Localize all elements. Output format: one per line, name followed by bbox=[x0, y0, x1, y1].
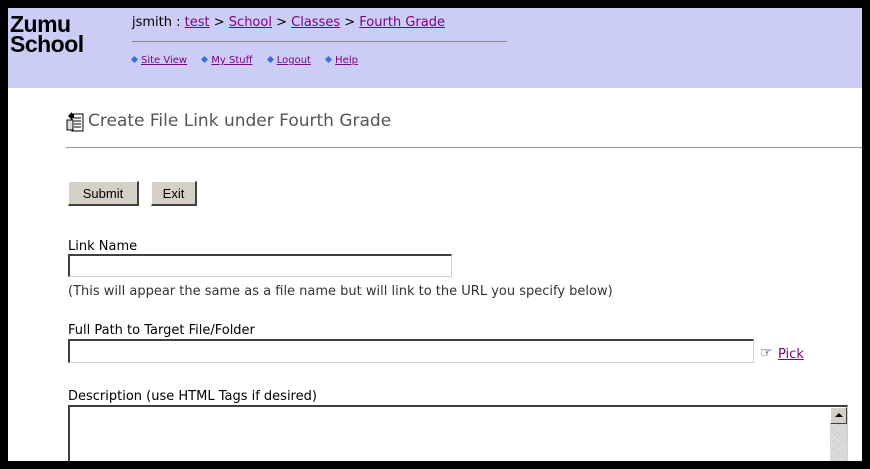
file-link-icon bbox=[66, 112, 84, 132]
nav-link-help[interactable]: Help bbox=[335, 55, 358, 66]
logo-line-2: School bbox=[10, 31, 84, 57]
breadcrumb-user: jsmith bbox=[132, 15, 172, 30]
scroll-up-arrow-icon[interactable] bbox=[830, 407, 847, 424]
description-label: Description (use HTML Tags if desired) bbox=[68, 389, 317, 404]
top-nav: Site View My Stuff Logout Help bbox=[130, 55, 370, 66]
link-name-field[interactable] bbox=[68, 254, 452, 277]
pick-link[interactable]: Pick bbox=[778, 347, 804, 362]
breadcrumb-link-classes[interactable]: Classes bbox=[291, 15, 340, 30]
pointing-hand-icon[interactable]: ☞ bbox=[760, 345, 773, 361]
nav-link-site-view[interactable]: Site View bbox=[141, 55, 187, 66]
breadcrumb-link-test[interactable]: test bbox=[185, 15, 210, 30]
site-header: Zumu School jsmith : test > School > Cla… bbox=[8, 8, 862, 88]
title-divider bbox=[66, 147, 862, 148]
breadcrumb-link-fourth-grade[interactable]: Fourth Grade bbox=[359, 15, 445, 30]
diamond-bullet-icon bbox=[266, 55, 274, 64]
description-textarea[interactable] bbox=[68, 405, 848, 461]
breadcrumb-separator: > bbox=[340, 15, 360, 30]
nav-item-help: Help bbox=[325, 55, 358, 66]
link-name-label: Link Name bbox=[68, 239, 138, 254]
breadcrumb-separator: > bbox=[271, 15, 292, 30]
diamond-bullet-icon bbox=[201, 55, 209, 64]
submit-button[interactable]: Submit bbox=[68, 181, 139, 206]
full-path-field[interactable] bbox=[68, 339, 754, 363]
diamond-bullet-icon bbox=[130, 55, 139, 64]
breadcrumb-divider bbox=[132, 41, 507, 42]
diamond-bullet-icon bbox=[325, 55, 333, 64]
nav-item-my-stuff: My Stuff bbox=[201, 55, 253, 66]
nav-link-my-stuff[interactable]: My Stuff bbox=[211, 55, 252, 66]
description-scrollbar[interactable] bbox=[830, 407, 847, 461]
exit-button[interactable]: Exit bbox=[151, 181, 197, 206]
zumu-school-logo[interactable]: Zumu School bbox=[10, 13, 84, 57]
page-title: Create File Link under Fourth Grade bbox=[88, 111, 392, 131]
browser-page: Zumu School jsmith : test > School > Cla… bbox=[8, 8, 862, 461]
full-path-label: Full Path to Target File/Folder bbox=[68, 323, 255, 338]
link-name-help-text: (This will appear the same as a file nam… bbox=[68, 284, 613, 299]
breadcrumb-separator: > bbox=[209, 15, 229, 30]
breadcrumb-link-school[interactable]: School bbox=[229, 15, 272, 30]
breadcrumb-separator: : bbox=[172, 15, 185, 30]
nav-item-logout: Logout bbox=[266, 55, 311, 66]
nav-link-logout[interactable]: Logout bbox=[277, 55, 311, 66]
breadcrumb: jsmith : test > School > Classes > Fourt… bbox=[132, 15, 445, 30]
nav-item-site-view: Site View bbox=[130, 55, 187, 66]
